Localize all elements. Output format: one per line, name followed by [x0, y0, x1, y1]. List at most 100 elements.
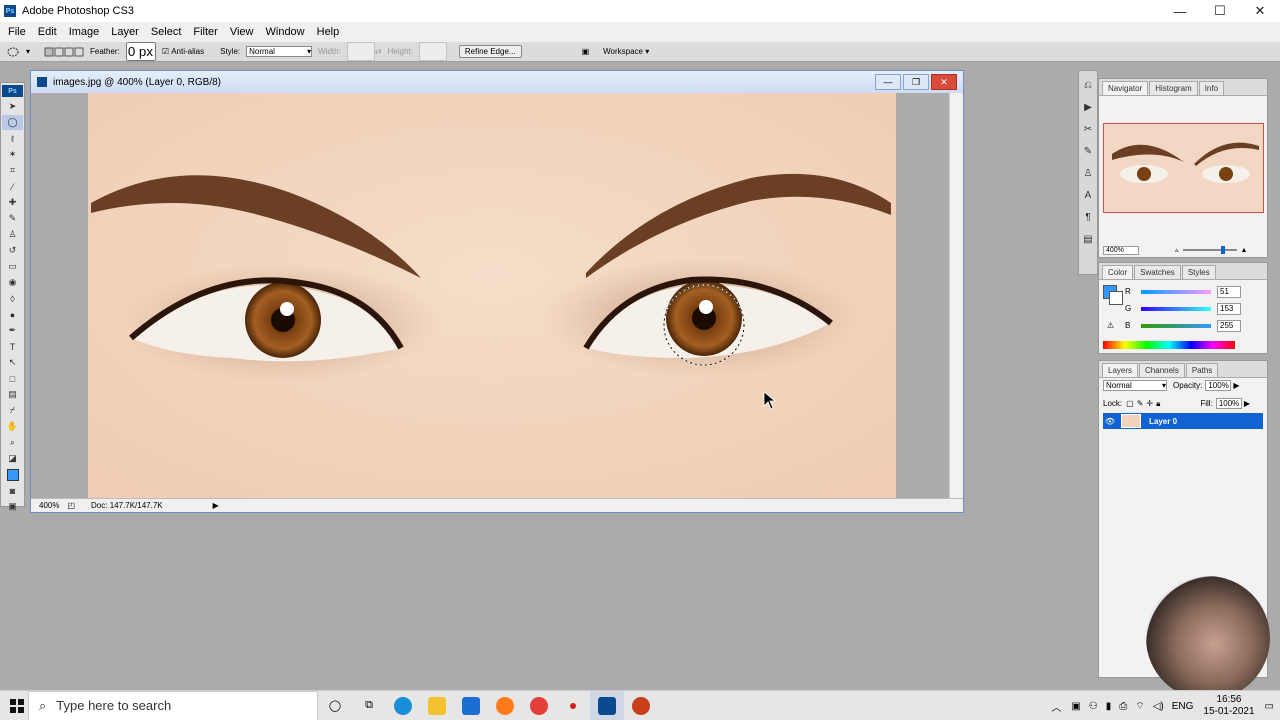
opacity-input[interactable]: 100%: [1205, 380, 1232, 391]
tool-presets-icon[interactable]: ✂: [1080, 121, 1096, 137]
powerpoint-icon[interactable]: [624, 691, 658, 720]
vertical-scrollbar[interactable]: [949, 93, 963, 498]
refine-edge-button[interactable]: Refine Edge...: [458, 45, 522, 58]
red-input[interactable]: [1217, 285, 1241, 298]
menu-select[interactable]: Select: [145, 26, 188, 38]
feather-input[interactable]: [125, 42, 156, 61]
language-indicator[interactable]: ENG: [1172, 701, 1194, 712]
pen-tool-icon[interactable]: ✒: [2, 323, 23, 338]
workspace-button[interactable]: Workspace ▾: [603, 47, 649, 56]
zoom-level[interactable]: 400%: [39, 501, 59, 510]
close-button[interactable]: ✕: [1240, 0, 1280, 22]
out-of-gamut-warning-icon[interactable]: ⚠: [1107, 321, 1114, 330]
blend-mode-select[interactable]: Normal ▾: [1103, 380, 1167, 391]
windows-start-icon[interactable]: [0, 691, 34, 720]
notifications-icon[interactable]: ▭: [1265, 701, 1274, 712]
taskbar-search[interactable]: ⌕ Type here to search: [28, 690, 318, 720]
blue-input[interactable]: [1217, 319, 1241, 332]
clock[interactable]: 16:56 15-01-2021: [1203, 694, 1254, 718]
status-icon[interactable]: ◰: [67, 501, 75, 510]
move-tool-icon[interactable]: ➤: [2, 99, 23, 114]
healing-brush-tool-icon[interactable]: ✚: [2, 195, 23, 210]
height-input[interactable]: [418, 42, 447, 61]
menu-image[interactable]: Image: [63, 26, 106, 38]
status-menu-arrow-icon[interactable]: ▶: [213, 501, 219, 510]
green-input[interactable]: [1217, 302, 1241, 315]
paint-bucket-tool-icon[interactable]: ◉: [2, 275, 23, 290]
navigator-zoom-slider[interactable]: [1182, 246, 1237, 254]
zoom-out-icon[interactable]: ▵: [1175, 246, 1179, 254]
actions-panel-icon[interactable]: ▶: [1080, 99, 1096, 115]
slice-tool-icon[interactable]: ⁄: [2, 179, 23, 194]
clone-source-icon[interactable]: ♙: [1080, 165, 1096, 181]
fill-input[interactable]: 100%: [1215, 398, 1242, 409]
navigator-thumbnail[interactable]: [1103, 123, 1264, 213]
dodge-tool-icon[interactable]: ●: [2, 307, 23, 322]
green-slider[interactable]: [1141, 306, 1211, 311]
magic-wand-tool-icon[interactable]: ✶: [2, 147, 23, 162]
tab-navigator[interactable]: Navigator: [1102, 81, 1149, 95]
brushes-panel-icon[interactable]: ✎: [1080, 143, 1096, 159]
type-tool-icon[interactable]: T: [2, 339, 23, 354]
history-brush-tool-icon[interactable]: ↺: [2, 243, 23, 258]
chrome-icon[interactable]: [522, 691, 556, 720]
edge-browser-icon[interactable]: [386, 691, 420, 720]
eyes-photo[interactable]: [31, 93, 949, 498]
history-panel-icon[interactable]: ⎌: [1080, 77, 1096, 93]
menu-file[interactable]: File: [2, 26, 32, 38]
tab-color[interactable]: Color: [1102, 265, 1134, 279]
eyedropper-tool-icon[interactable]: ⌿: [2, 403, 23, 418]
path-selection-tool-icon[interactable]: ↖: [2, 355, 23, 370]
volume-icon[interactable]: ◁): [1153, 701, 1164, 712]
doc-close-button[interactable]: ✕: [931, 74, 957, 90]
tab-layers[interactable]: Layers: [1102, 363, 1139, 377]
selection-mode-icons[interactable]: [44, 46, 84, 58]
canvas-area[interactable]: [31, 93, 949, 498]
task-view-icon[interactable]: ⧉: [352, 691, 386, 720]
cortana-icon[interactable]: ◯: [318, 691, 352, 720]
default-colors-icon[interactable]: ◪: [2, 451, 23, 466]
hand-tool-icon[interactable]: ✋: [2, 419, 23, 434]
menu-window[interactable]: Window: [260, 26, 311, 38]
brush-tool-icon[interactable]: ✎: [2, 211, 23, 226]
menu-help[interactable]: Help: [311, 26, 346, 38]
fill-arrow-icon[interactable]: ▶: [1244, 399, 1250, 408]
network-icon[interactable]: ⌔: [1135, 700, 1144, 713]
firefox-icon[interactable]: [488, 691, 522, 720]
clone-stamp-tool-icon[interactable]: ♙: [2, 227, 23, 242]
width-input[interactable]: [346, 42, 375, 61]
zoom-tool-icon[interactable]: ⌕: [2, 435, 23, 450]
opacity-arrow-icon[interactable]: ▶: [1233, 381, 1239, 390]
battery-icon[interactable]: ▮: [1106, 701, 1112, 712]
mail-icon[interactable]: [454, 691, 488, 720]
doc-maximize-button[interactable]: ❐: [903, 74, 929, 90]
file-explorer-icon[interactable]: [420, 691, 454, 720]
lock-position-icon[interactable]: ✛: [1146, 399, 1153, 408]
lock-all-icon[interactable]: 🔒︎: [1156, 399, 1160, 409]
layer-comps-icon[interactable]: ▤: [1080, 231, 1096, 247]
recorder-icon[interactable]: [556, 691, 590, 720]
photoshop-taskbar-icon[interactable]: [590, 690, 624, 720]
doc-minimize-button[interactable]: —: [875, 74, 901, 90]
style-select[interactable]: Normal ▾: [246, 46, 313, 57]
swap-dimensions-icon[interactable]: ⇄: [375, 47, 382, 56]
red-slider[interactable]: [1141, 289, 1211, 294]
zoom-in-icon[interactable]: ▲: [1241, 247, 1248, 254]
minimize-button[interactable]: —: [1160, 0, 1200, 22]
bridge-icon[interactable]: ▣: [582, 47, 590, 56]
eraser-tool-icon[interactable]: ▭: [2, 259, 23, 274]
foreground-color-swatch[interactable]: [2, 467, 23, 482]
menu-layer[interactable]: Layer: [105, 26, 145, 38]
lock-image-icon[interactable]: ✎: [1137, 399, 1144, 408]
tab-swatches[interactable]: Swatches: [1134, 265, 1181, 279]
color-spectrum-ramp[interactable]: [1103, 341, 1235, 349]
screen-mode-icon[interactable]: ▣: [2, 499, 23, 514]
lasso-tool-icon[interactable]: ℓ: [2, 131, 23, 146]
navigator-zoom-field[interactable]: 400%: [1103, 245, 1139, 255]
antialias-checkbox[interactable]: ☑ Anti-alias: [162, 47, 204, 56]
tab-channels[interactable]: Channels: [1139, 363, 1185, 377]
blue-slider[interactable]: [1141, 323, 1211, 328]
layer-row[interactable]: 👁︎ Layer 0: [1103, 413, 1263, 429]
rectangle-tool-icon[interactable]: □: [2, 371, 23, 386]
menu-edit[interactable]: Edit: [32, 26, 63, 38]
